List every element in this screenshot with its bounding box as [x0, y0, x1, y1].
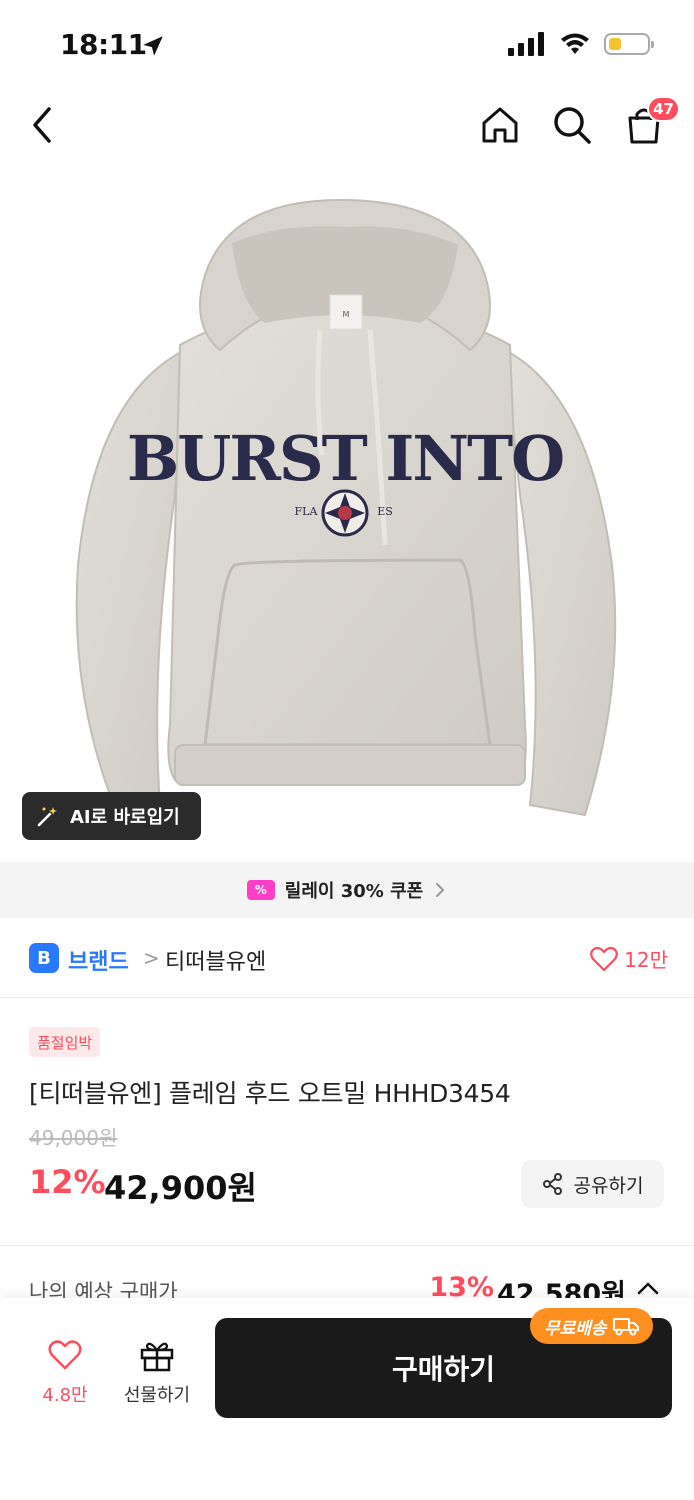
brand-name-link[interactable]: 티떠블유엔: [165, 944, 266, 976]
signal-icon: [508, 32, 544, 56]
cart-count-badge: 47: [647, 96, 680, 122]
location-arrow-icon: [143, 36, 163, 56]
brand-separator: >: [143, 946, 160, 970]
print-sub-right: ES: [377, 505, 393, 518]
ai-tryon-label: AI로 바로입기: [70, 807, 180, 828]
product-like-count: 4.8만: [42, 1385, 88, 1406]
free-shipping-badge: 무료배송: [530, 1308, 653, 1344]
brand-badge-icon: B: [29, 943, 59, 973]
chevron-up-icon: [637, 1282, 659, 1295]
brand-like-button[interactable]: 12만: [590, 944, 668, 973]
heart-outline-icon: [590, 946, 618, 971]
cart-button[interactable]: 47: [620, 96, 680, 150]
section-divider: [0, 1245, 694, 1246]
coupon-label: 릴레이 30% 쿠폰: [284, 881, 424, 902]
status-bar: 18:11: [0, 0, 694, 90]
print-sub-left: FLA: [295, 505, 319, 518]
sale-price: 42,900원: [104, 1169, 257, 1207]
status-time: 18:11: [60, 28, 147, 61]
free-shipping-label: 무료배송: [544, 1318, 607, 1339]
search-button[interactable]: [548, 100, 596, 150]
chevron-left-icon: [33, 107, 51, 143]
hoodie-illustration: M BURST INTO FLA ES: [75, 198, 617, 817]
ai-tryon-button[interactable]: AI로 바로입기: [22, 792, 201, 840]
brand-like-count: 12만: [624, 948, 668, 972]
gift-label: 선물하기: [123, 1385, 191, 1406]
share-icon: [542, 1173, 562, 1195]
status-icons: [508, 32, 654, 56]
discount-rate: 12%: [29, 1163, 106, 1201]
nav-bar: 47: [0, 90, 694, 165]
back-button[interactable]: [18, 100, 66, 150]
home-icon: [482, 107, 518, 143]
home-button[interactable]: [476, 100, 524, 150]
product-like-button[interactable]: 4.8만: [30, 1340, 100, 1407]
gift-button[interactable]: 선물하기: [114, 1338, 200, 1407]
size-tag: M: [343, 310, 350, 319]
chevron-right-icon: [436, 883, 445, 897]
search-icon: [554, 107, 591, 144]
brand-link[interactable]: 브랜드: [68, 944, 129, 976]
wifi-icon: [561, 33, 589, 54]
print-text: BURST INTO: [127, 422, 563, 495]
truck-icon: [612, 1318, 639, 1336]
original-price: 49,000원: [29, 1126, 118, 1150]
share-button[interactable]: 공유하기: [521, 1160, 664, 1208]
coupon-icon: %: [246, 880, 275, 900]
brand-row: B 브랜드 > 티떠블유엔 12만: [0, 918, 694, 998]
heart-outline-icon: [48, 1340, 82, 1370]
stock-tag: 품절임박: [29, 1027, 101, 1057]
product-title: [티떠블유엔] 플레임 후드 오트밀 HHHD3454: [29, 1079, 511, 1108]
gift-icon: [140, 1342, 174, 1372]
share-label: 공유하기: [573, 1174, 644, 1197]
battery-icon: [604, 33, 654, 55]
coupon-banner[interactable]: % 릴레이 30% 쿠폰: [0, 862, 694, 918]
magic-wand-icon: [37, 807, 57, 827]
bottom-action-bar: 4.8만 선물하기 구매하기 무료배송: [0, 1298, 694, 1500]
product-image[interactable]: M BURST INTO FLA ES: [0, 165, 694, 862]
